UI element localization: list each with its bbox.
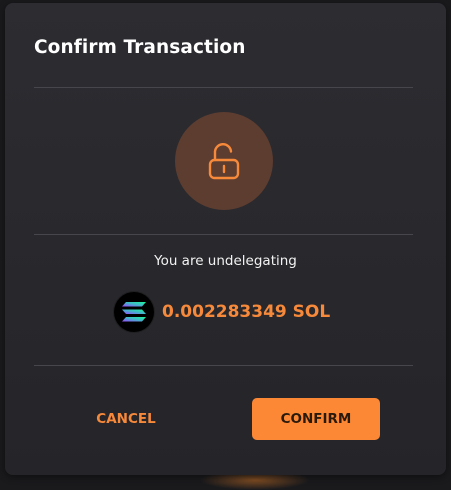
dialog-title: Confirm Transaction xyxy=(34,37,246,58)
confirm-transaction-dialog: Confirm Transaction You are undelegating xyxy=(5,3,446,475)
confirm-button[interactable]: CONFIRM xyxy=(252,398,380,440)
unlock-icon xyxy=(208,143,240,180)
status-icon-circle xyxy=(175,112,273,210)
divider xyxy=(34,234,413,235)
cancel-button[interactable]: CANCEL xyxy=(65,398,187,440)
amount-value: 0.002283349 SOL xyxy=(162,302,331,322)
solana-logo-icon xyxy=(114,292,154,332)
transaction-message: You are undelegating xyxy=(154,253,297,269)
divider xyxy=(34,87,413,88)
amount-row: 0.002283349 SOL xyxy=(114,292,330,332)
divider xyxy=(34,365,413,366)
